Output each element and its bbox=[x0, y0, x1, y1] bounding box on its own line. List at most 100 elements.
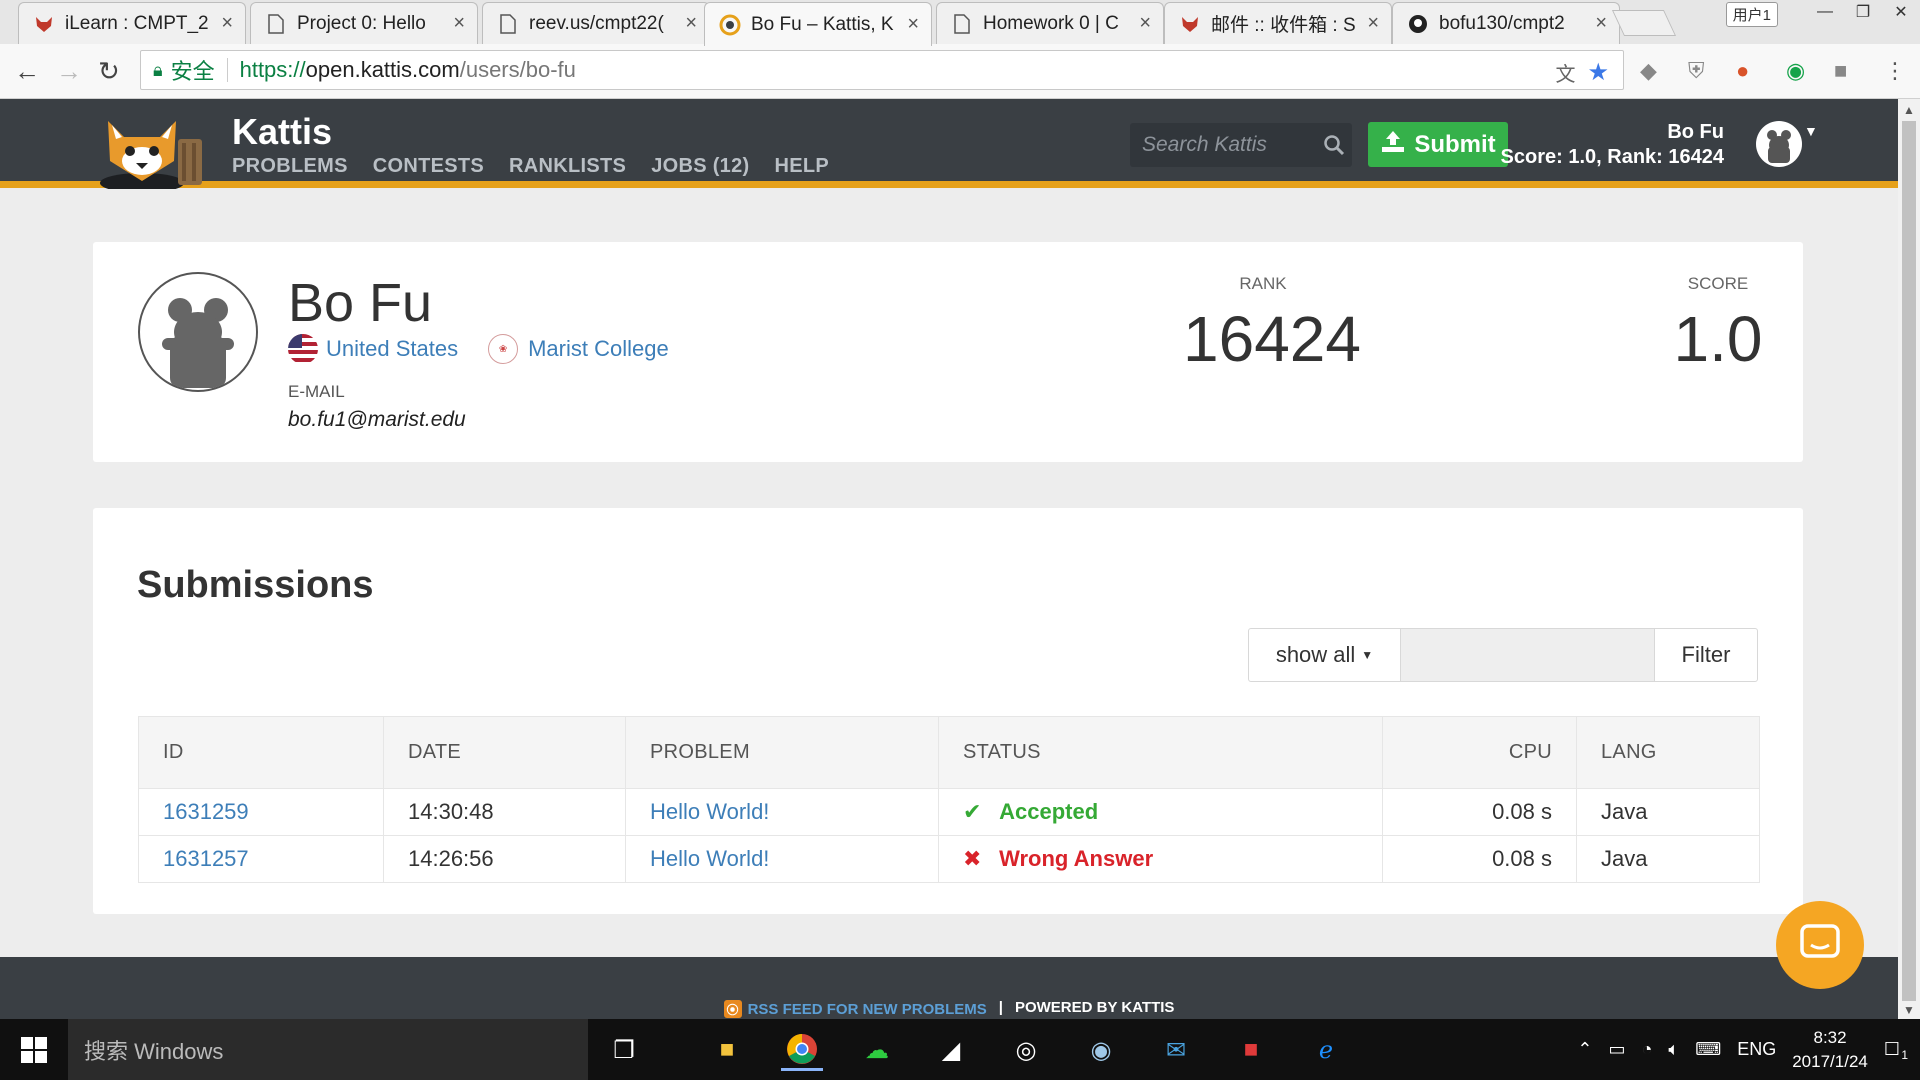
browser-tab[interactable]: bofu130/cmpt2 × bbox=[1392, 2, 1620, 44]
filter-button[interactable]: Filter bbox=[1655, 629, 1757, 681]
steam-icon[interactable]: ◉ bbox=[1080, 1029, 1122, 1071]
page-icon bbox=[497, 13, 519, 35]
rss-feed-link[interactable]: ⦿ RSS FEED FOR NEW PROBLEMS bbox=[723, 999, 987, 1019]
extension-icon[interactable]: ■ bbox=[1834, 58, 1847, 84]
nav-contests[interactable]: CONTESTS bbox=[373, 155, 484, 178]
profile-user-button[interactable]: 用户1 bbox=[1725, 2, 1778, 27]
site-footer: ⦿ RSS FEED FOR NEW PROBLEMS | POWERED BY… bbox=[0, 957, 1898, 1019]
file-explorer-icon[interactable]: ■ bbox=[706, 1029, 748, 1071]
close-icon[interactable]: × bbox=[1139, 12, 1151, 35]
chrome-icon[interactable] bbox=[781, 1029, 823, 1071]
game-app-icon[interactable]: ◢ bbox=[930, 1029, 972, 1071]
rank-value: 16424 bbox=[1183, 303, 1361, 375]
browser-tab-strip: iLearn : CMPT_2 × Project 0: Hello × ree… bbox=[0, 0, 1920, 46]
caret-down-icon: ▼ bbox=[1361, 648, 1374, 662]
task-view-icon[interactable]: ❐ bbox=[603, 1029, 645, 1071]
restore-icon[interactable]: ❐ bbox=[1844, 0, 1882, 24]
header-user-name: Bo Fu bbox=[1667, 121, 1724, 143]
taskbar-clock[interactable]: 8:32 2017/1/24 bbox=[1792, 1026, 1868, 1074]
chat-launcher-button[interactable] bbox=[1776, 901, 1864, 989]
profile-school-link[interactable]: Marist College bbox=[528, 336, 669, 362]
divider bbox=[226, 58, 228, 82]
grammarly-icon[interactable]: ◉ bbox=[1786, 58, 1805, 84]
edge-icon[interactable]: ℯ bbox=[1305, 1029, 1347, 1071]
keyboard-icon[interactable]: ⌨ bbox=[1695, 1039, 1721, 1060]
search-icon[interactable] bbox=[1316, 134, 1352, 156]
back-arrow-icon[interactable]: ← bbox=[14, 56, 40, 87]
close-icon[interactable]: × bbox=[907, 13, 919, 36]
taskbar-search-placeholder: 搜索 Windows bbox=[84, 1038, 224, 1064]
submission-date: 14:26:56 bbox=[383, 835, 626, 883]
close-icon[interactable]: × bbox=[1595, 12, 1607, 35]
site-search-input[interactable]: Search Kattis bbox=[1130, 123, 1352, 167]
browser-tab[interactable]: Project 0: Hello × bbox=[250, 2, 478, 44]
mail-app-icon[interactable]: ✉ bbox=[1155, 1029, 1197, 1071]
windows-start-button[interactable] bbox=[0, 1019, 68, 1080]
omnibox-actions: 文 ★ bbox=[1555, 58, 1609, 87]
reload-icon[interactable]: ↻ bbox=[98, 56, 120, 87]
youdao-icon[interactable]: ■ bbox=[1230, 1029, 1272, 1071]
browser-tab[interactable]: Homework 0 | C × bbox=[936, 2, 1164, 44]
submissions-title: Submissions bbox=[137, 564, 374, 606]
submission-id-link[interactable]: 1631259 bbox=[163, 799, 249, 824]
window-controls: 用户1 — ❐ ✕ bbox=[1725, 0, 1920, 27]
extension-icon[interactable]: ● bbox=[1736, 58, 1749, 84]
battery-icon[interactable]: ▭ bbox=[1609, 1039, 1626, 1060]
scroll-down-icon[interactable]: ▼ bbox=[1903, 1003, 1915, 1017]
submission-lang: Java bbox=[1576, 835, 1760, 883]
address-bar[interactable]: 🔒︎ 安全 https:// open.kattis.com /users/bo… bbox=[140, 50, 1624, 90]
nav-problems[interactable]: PROBLEMS bbox=[232, 155, 348, 178]
extension-icon[interactable]: ◆ bbox=[1640, 58, 1657, 84]
forward-arrow-icon[interactable]: → bbox=[56, 56, 82, 87]
problem-link[interactable]: Hello World! bbox=[650, 799, 769, 824]
close-icon[interactable]: × bbox=[685, 12, 697, 35]
close-window-icon[interactable]: ✕ bbox=[1882, 0, 1920, 24]
chevron-down-icon[interactable]: ▼ bbox=[1804, 123, 1818, 139]
problem-link[interactable]: Hello World! bbox=[650, 846, 769, 871]
scroll-up-icon[interactable]: ▲ bbox=[1903, 103, 1915, 117]
page-icon bbox=[951, 13, 973, 35]
notification-center-icon[interactable]: ☐ 1 bbox=[1884, 1039, 1908, 1062]
close-icon[interactable]: × bbox=[1367, 12, 1379, 35]
nav-help[interactable]: HELP bbox=[775, 155, 830, 178]
close-icon[interactable]: × bbox=[453, 12, 465, 35]
fox-icon bbox=[1179, 13, 1201, 35]
cloud-app-icon[interactable]: ☁ bbox=[856, 1029, 898, 1071]
input-language[interactable]: ENG bbox=[1737, 1039, 1776, 1060]
menu-dots-icon[interactable]: ⋮ bbox=[1884, 58, 1906, 84]
new-tab-button[interactable] bbox=[1611, 10, 1677, 36]
submit-button[interactable]: Submit bbox=[1368, 122, 1508, 167]
browser-tab-active[interactable]: Bo Fu – Kattis, K × bbox=[704, 2, 932, 46]
scrollbar-thumb[interactable] bbox=[1902, 121, 1916, 1001]
kattis-logo[interactable] bbox=[90, 109, 215, 193]
kattis-icon bbox=[719, 14, 741, 36]
notification-count: 1 bbox=[1901, 1048, 1908, 1062]
avatar[interactable] bbox=[1756, 121, 1802, 167]
profile-country-link[interactable]: United States bbox=[326, 336, 458, 362]
site-brand[interactable]: Kattis bbox=[232, 111, 332, 153]
profile-card: Bo Fu United States ❀ Marist College E-M… bbox=[93, 242, 1803, 462]
translate-icon[interactable]: 文 bbox=[1555, 58, 1575, 87]
header-user-info[interactable]: Bo Fu Score: 1.0, Rank: 16424 bbox=[1501, 121, 1724, 169]
close-icon[interactable]: × bbox=[221, 12, 233, 35]
volume-icon[interactable]: 🔈︎ bbox=[1668, 1039, 1679, 1060]
nav-jobs[interactable]: JOBS (12) bbox=[651, 155, 749, 178]
browser-tab[interactable]: reev.us/cmpt22( × bbox=[482, 2, 710, 44]
minimize-icon[interactable]: — bbox=[1806, 0, 1844, 24]
bookmark-star-icon[interactable]: ★ bbox=[1587, 58, 1609, 87]
filter-dropdown[interactable]: show all ▼ bbox=[1249, 629, 1401, 681]
overwatch-icon[interactable]: ◎ bbox=[1005, 1029, 1047, 1071]
score-label: SCORE bbox=[1687, 274, 1749, 293]
browser-tab[interactable]: 邮件 :: 收件箱 : S × bbox=[1164, 2, 1392, 44]
page-icon bbox=[265, 13, 287, 35]
status-wrong-answer: Wrong Answer bbox=[999, 846, 1154, 871]
filter-input[interactable] bbox=[1401, 629, 1655, 681]
shield-icon[interactable]: ⛨ bbox=[1688, 58, 1705, 84]
wifi-icon[interactable]: ◔ bbox=[1642, 1039, 1653, 1060]
submission-id-link[interactable]: 1631257 bbox=[163, 846, 249, 871]
browser-tab[interactable]: iLearn : CMPT_2 × bbox=[18, 2, 246, 44]
taskbar-search-input[interactable]: 搜索 Windows bbox=[68, 1019, 588, 1080]
page-scrollbar[interactable]: ▲ ▼ bbox=[1898, 99, 1920, 1019]
chevron-up-icon[interactable]: ⌃ bbox=[1577, 1039, 1592, 1060]
nav-ranklists[interactable]: RANKLISTS bbox=[509, 155, 626, 178]
